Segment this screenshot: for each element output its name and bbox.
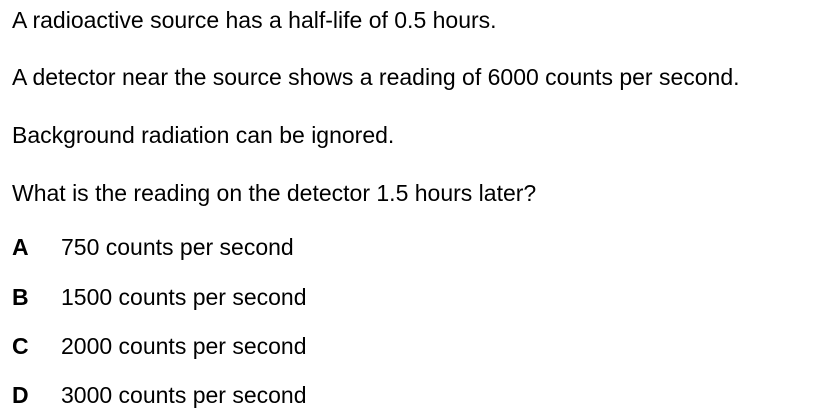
answer-option-d[interactable]: D 3000 counts per second xyxy=(12,381,307,409)
option-letter: B xyxy=(12,284,29,310)
option-text: 2000 counts per second xyxy=(61,333,307,359)
option-text: 3000 counts per second xyxy=(61,382,307,408)
answer-option-b[interactable]: B 1500 counts per second xyxy=(12,283,307,311)
option-text: 750 counts per second xyxy=(61,234,294,260)
answer-option-c[interactable]: C 2000 counts per second xyxy=(12,332,307,360)
option-letter: A xyxy=(12,234,29,260)
question-prompt: What is the reading on the detector 1.5 … xyxy=(12,180,537,206)
option-letter: C xyxy=(12,333,29,359)
option-letter: D xyxy=(12,382,29,408)
question-stem-line: A detector near the source shows a readi… xyxy=(12,64,740,90)
question-stem-line: A radioactive source has a half-life of … xyxy=(12,7,497,33)
option-text: 1500 counts per second xyxy=(61,284,307,310)
answer-option-a[interactable]: A 750 counts per second xyxy=(12,233,294,261)
question-stem-line: Background radiation can be ignored. xyxy=(12,122,395,148)
